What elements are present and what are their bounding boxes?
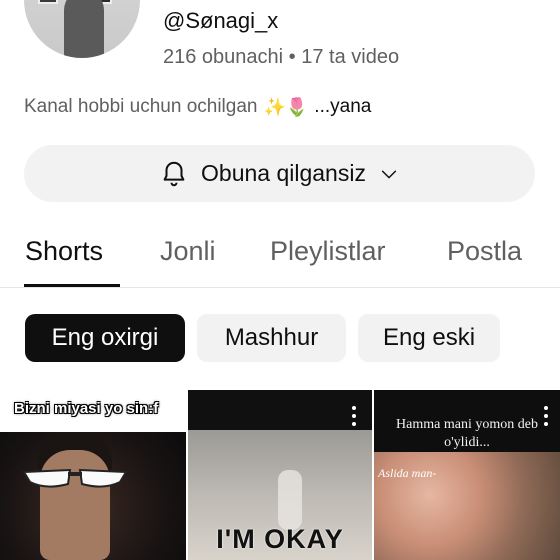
channel-avatar[interactable] [24,0,140,58]
short-thumbnail[interactable]: Bizni miyasi yo sin:f [0,390,186,560]
active-tab-indicator [24,284,120,287]
short-thumbnail[interactable]: Hamma mani yomon deb o'ylidi... Aslida m… [374,390,560,560]
short-image-face [40,450,110,560]
tab-playlists[interactable]: Pleylistlar [270,236,386,267]
tab-shorts[interactable]: Shorts [25,236,103,267]
chevron-down-icon [378,163,400,185]
channel-handle: @Sønagi_x [163,8,279,33]
subscribed-button[interactable]: Obuna qilgansiz [24,145,535,202]
channel-description[interactable]: Kanal hobbi uchun ochilgan ✨🌷 ...yana [24,96,371,118]
short-subcaption: Aslida man- [378,466,437,480]
short-thumbnail[interactable]: I'M OKAY [188,390,372,560]
tab-posts[interactable]: Postla [447,236,522,267]
more-options-icon[interactable] [540,406,552,426]
description-more-link[interactable]: ...yana [314,96,371,118]
sunglasses-graphic [22,468,128,488]
avatar-frame-decoration [38,0,58,4]
chip-oldest[interactable]: Eng eski [358,314,500,362]
tab-live[interactable]: Jonli [160,236,216,267]
channel-tabs: Shorts Jonli Pleylistlar Postla [0,228,560,288]
channel-stats: 216 obunachi • 17 ta video [163,46,400,68]
sparkles-tulip-emoji: ✨🌷 [263,96,309,117]
channel-description-text: Kanal hobbi uchun ochilgan [24,96,258,117]
chip-latest[interactable]: Eng oxirgi [25,314,185,362]
subscribed-label: Obuna qilgansiz [201,160,366,186]
chip-popular[interactable]: Mashhur [197,314,346,362]
bell-icon [159,159,189,189]
avatar-person-body [64,0,104,58]
short-caption: I'M OKAY [216,524,344,554]
short-caption: Hamma mani yomon deb o'ylidi... [396,417,538,450]
short-caption: Bizni miyasi yo sin:f [14,400,159,417]
short-image-figure [278,470,302,530]
more-options-icon[interactable] [348,406,360,426]
